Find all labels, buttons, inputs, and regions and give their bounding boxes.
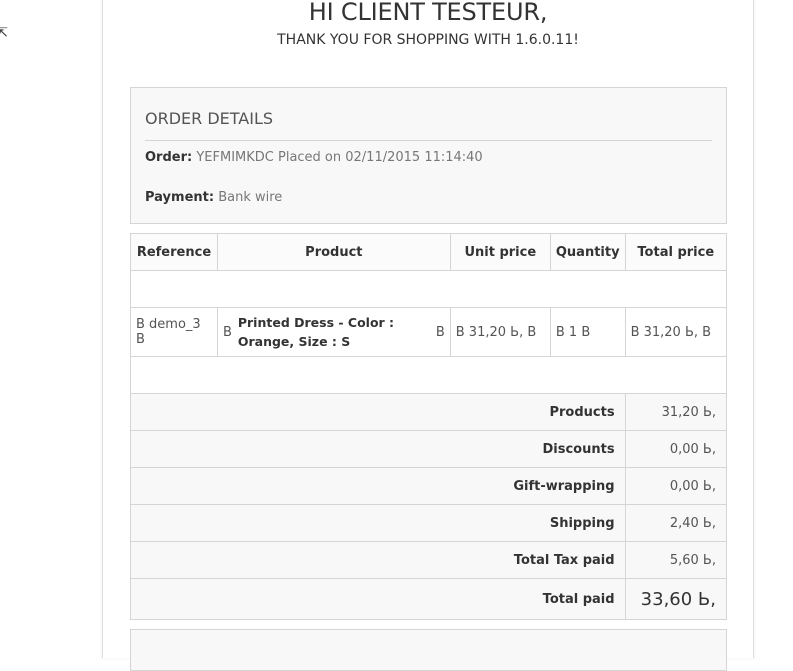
item-quantity: В 1 В [549,307,626,357]
total-label: Total paid [130,578,626,620]
item-total-price: В 31,20 Ь, В [624,307,728,357]
item-product: В Printed Dress - Color : Orange, Size :… [216,307,451,357]
summary-row-total: Total paid 33,60 Ь, [130,578,728,620]
mouse-cursor-icon: ⇱ [0,26,8,41]
payment-line: Payment: Bank wire [145,190,282,205]
item-reference: В demo_3 В [130,307,218,357]
summary-label: Total Tax paid [130,541,626,579]
order-items-table: Reference Product Unit price Quantity To… [130,233,728,620]
summary-label: Products [130,393,626,431]
summary-label: Shipping [130,504,626,542]
summary-row-products: Products 31,20 Ь, [130,393,728,431]
table-row: В demo_3 В В Printed Dress - Color : Ora… [130,307,728,357]
product-suffix: В [435,324,445,340]
summary-value: 31,20 Ь, [624,393,728,431]
payment-value: Bank wire [218,190,283,205]
order-line: Order: YEFMIMKDC Placed on 02/11/2015 11… [145,150,483,165]
greeting-heading: HI CLIENT TESTEUR, [308,0,548,26]
divider [145,140,712,141]
total-value: 33,60 Ь, [624,578,728,620]
item-unit-price: В 31,20 Ь, В [449,307,551,357]
product-prefix: В [222,324,232,340]
summary-value: 2,40 Ь, [624,504,728,542]
order-value: YEFMIMKDC Placed on 02/11/2015 11:14:40 [196,150,483,165]
next-section-box [130,629,727,671]
order-details-title: ORDER DETAILS [145,109,274,128]
product-name: Printed Dress - Color : Orange, Size : S [237,315,395,349]
header-reference: Reference [130,233,218,271]
thank-you-text: THANK YOU FOR SHOPPING WITH 1.6.0.11! [277,32,579,48]
header-unit-price: Unit price [449,233,551,271]
header-total-price: Total price [624,233,728,271]
summary-value: 0,00 Ь, [624,467,728,505]
summary-row-shipping: Shipping 2,40 Ь, [130,504,728,542]
summary-row-tax: Total Tax paid 5,60 Ь, [130,541,728,579]
header-product: Product [216,233,451,271]
table-header-row: Reference Product Unit price Quantity To… [130,233,728,271]
payment-label: Payment: [145,190,215,205]
header-quantity: Quantity [549,233,626,271]
summary-row-discounts: Discounts 0,00 Ь, [130,430,728,468]
summary-row-gift-wrapping: Gift-wrapping 0,00 Ь, [130,467,728,505]
empty-row [130,356,727,394]
summary-label: Discounts [130,430,626,468]
empty-row [130,270,727,308]
order-details-box: ORDER DETAILS Order: YEFMIMKDC Placed on… [130,87,727,224]
summary-value: 5,60 Ь, [624,541,728,579]
email-body: HI CLIENT TESTEUR, THANK YOU FOR SHOPPIN… [102,0,754,671]
summary-label: Gift-wrapping [130,467,626,505]
summary-value: 0,00 Ь, [624,430,728,468]
order-label: Order: [145,150,193,165]
